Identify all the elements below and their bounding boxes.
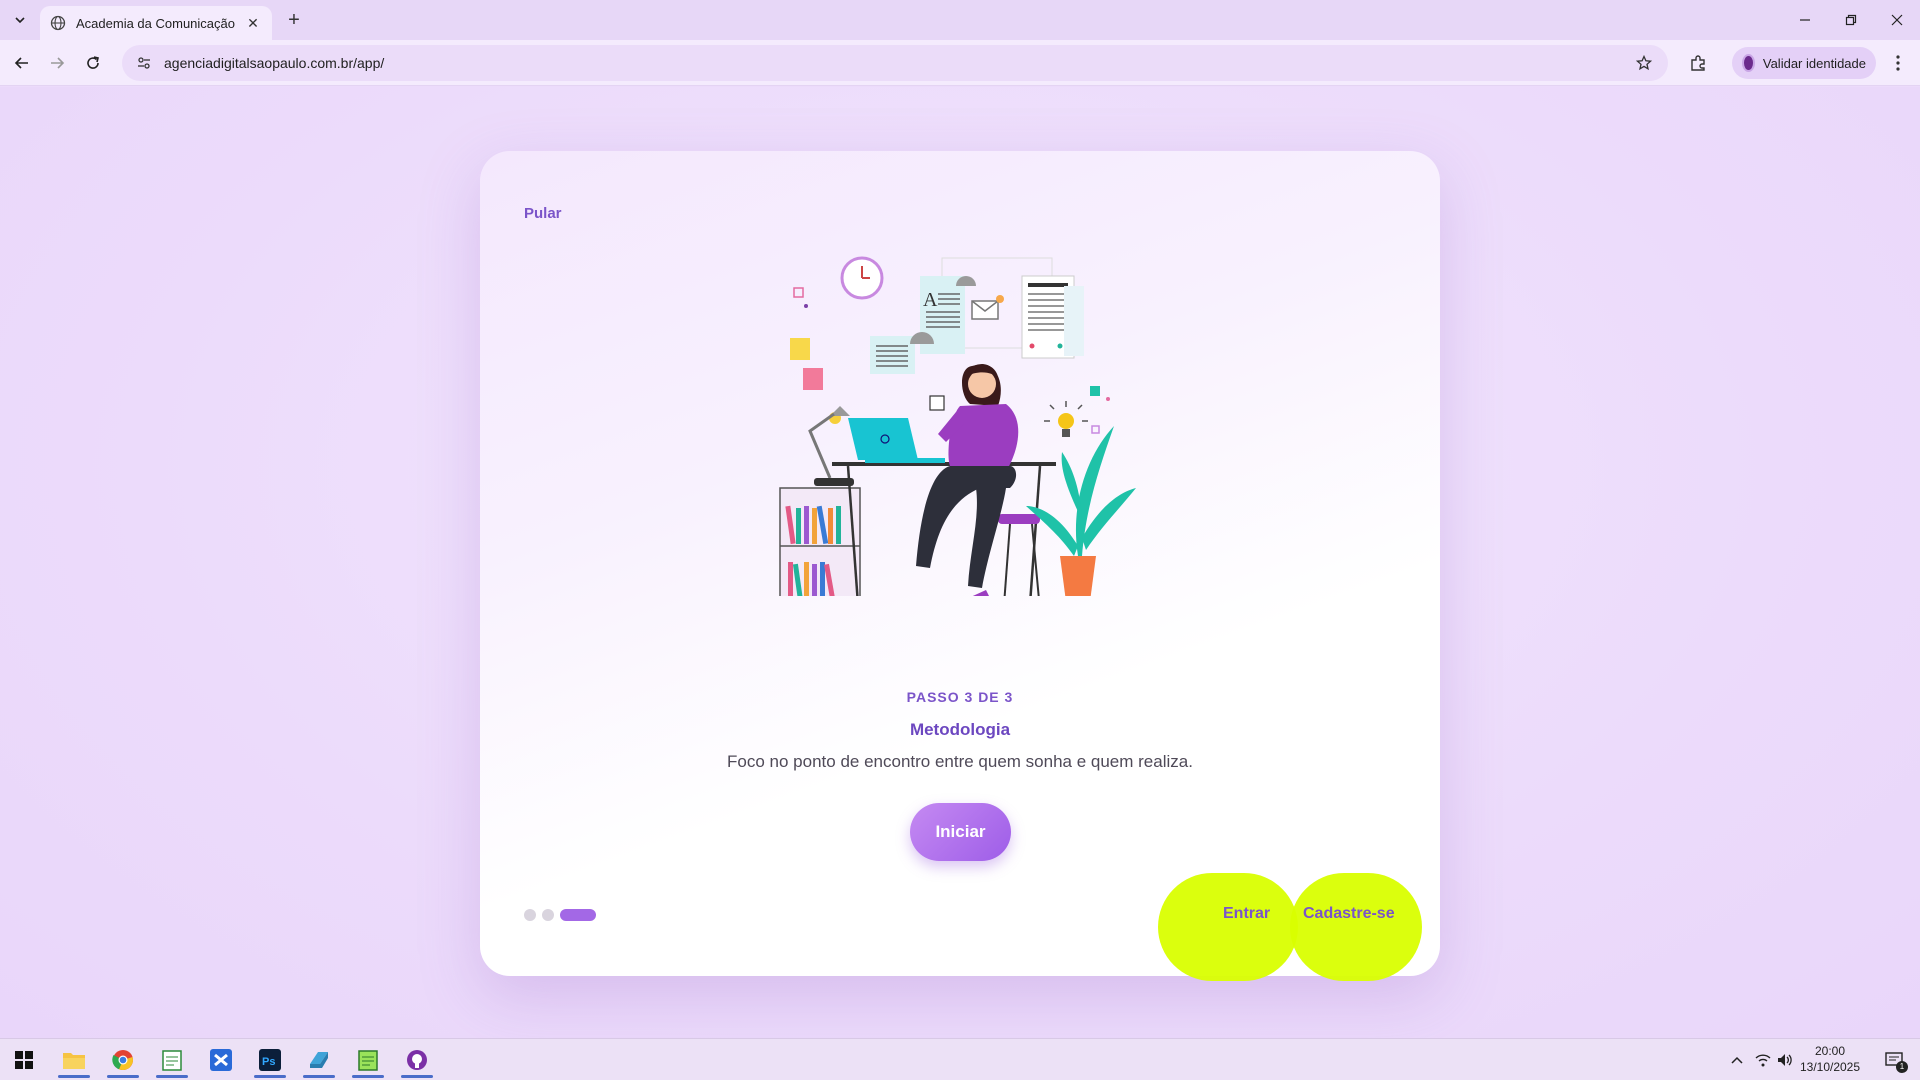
- tab-search-button[interactable]: [8, 8, 32, 32]
- taskbar-active-indicator: [156, 1075, 188, 1078]
- pagination-dot-2[interactable]: [542, 909, 554, 921]
- close-tab-icon[interactable]: ✕: [244, 14, 262, 32]
- taskbar-editor[interactable]: [346, 1042, 390, 1078]
- taskbar-notepad[interactable]: [150, 1042, 194, 1078]
- address-bar[interactable]: agenciadigitalsaopaulo.com.br/app/: [122, 45, 1668, 81]
- taskbar: Ps 20:00 13/10/2025 1: [0, 1038, 1920, 1080]
- taskbar-active-indicator: [303, 1075, 335, 1078]
- bookmark-star-icon[interactable]: [1634, 53, 1654, 73]
- taskbar-visual-studio[interactable]: [199, 1042, 243, 1078]
- site-info-icon[interactable]: [134, 53, 154, 73]
- browser-tab-strip: Academia da Comunicação ✕ +: [0, 0, 1920, 40]
- arrow-left-icon: [14, 57, 28, 69]
- url-text: agenciadigitalsaopaulo.com.br/app/: [164, 55, 385, 71]
- marker-highlight-signup: [1290, 873, 1422, 981]
- arrow-right-icon: [51, 57, 65, 69]
- taskbar-active-indicator: [254, 1075, 286, 1078]
- avatar: [1742, 54, 1755, 72]
- clock-date: 13/10/2025: [1799, 1060, 1861, 1074]
- restore-icon: [1845, 14, 1857, 26]
- svg-text:A: A: [923, 289, 938, 311]
- start-button[interactable]: [2, 1042, 46, 1078]
- chevron-down-icon: [15, 17, 25, 24]
- woman-at-desk-illustration: A: [779, 256, 1136, 596]
- windows-start-icon: [15, 1051, 33, 1069]
- new-tab-button[interactable]: +: [282, 8, 306, 32]
- notification-center-button[interactable]: 1: [1880, 1049, 1908, 1073]
- minimize-window-button[interactable]: [1782, 0, 1828, 40]
- puzzle-icon: [1691, 55, 1705, 71]
- close-icon: [1891, 14, 1903, 26]
- close-window-button[interactable]: [1874, 0, 1920, 40]
- pagination-dot-3-active[interactable]: [560, 909, 596, 921]
- browser-tab-active[interactable]: Academia da Comunicação ✕: [40, 6, 272, 40]
- svg-text:Ps: Ps: [262, 1056, 275, 1068]
- step-description: Foco no ponto de encontro entre quem son…: [727, 752, 1193, 771]
- network-icon: [1755, 1054, 1771, 1067]
- taskbar-chrome[interactable]: [101, 1042, 145, 1078]
- chrome-icon: [112, 1050, 133, 1071]
- tab-title: Academia da Comunicação: [76, 15, 235, 31]
- taskbar-active-indicator: [107, 1075, 139, 1078]
- taskbar-active-indicator: [58, 1075, 90, 1078]
- pagination-dot-1[interactable]: [524, 909, 536, 921]
- chevron-up-icon: [1731, 1056, 1743, 1064]
- taskbar-github[interactable]: [395, 1042, 439, 1078]
- show-hidden-icons-button[interactable]: [1726, 1049, 1748, 1071]
- signup-link[interactable]: Cadastre-se: [1303, 905, 1395, 923]
- start-button[interactable]: Iniciar: [910, 803, 1011, 861]
- profile-label: Validar identidade: [1762, 55, 1866, 71]
- editor-icon: [358, 1050, 378, 1071]
- pagination-dots: [524, 909, 596, 921]
- globe-icon: [50, 15, 66, 31]
- more-vertical-icon: [1896, 55, 1900, 71]
- taskbar-app[interactable]: [297, 1042, 341, 1078]
- forward-button[interactable]: [43, 49, 71, 77]
- visual-studio-icon: [210, 1049, 232, 1071]
- restore-window-button[interactable]: [1828, 0, 1874, 40]
- onboarding-card: Pular A PASSO 3 DE 3 Metodologia Foco no…: [480, 151, 1440, 981]
- network-button[interactable]: [1752, 1049, 1774, 1071]
- taskbar-active-indicator: [401, 1075, 433, 1078]
- back-button[interactable]: [8, 49, 36, 77]
- profile-button[interactable]: Validar identidade: [1732, 47, 1876, 79]
- taskbar-active-indicator: [352, 1075, 384, 1078]
- photoshop-icon: Ps: [259, 1049, 281, 1071]
- step-indicator-text: PASSO 3 DE 3: [906, 689, 1014, 705]
- browser-toolbar: agenciadigitalsaopaulo.com.br/app/ Valid…: [0, 40, 1920, 86]
- skip-link[interactable]: Pular: [524, 205, 562, 222]
- notepad-icon: [162, 1050, 182, 1071]
- folder-icon: [63, 1053, 85, 1069]
- system-clock[interactable]: 20:00 13/10/2025: [1790, 1043, 1870, 1075]
- step-heading: Metodologia: [909, 720, 1011, 739]
- reload-icon: [87, 56, 99, 69]
- page-viewport: Pular A PASSO 3 DE 3 Metodologia Foco no…: [0, 87, 1920, 1038]
- marker-highlight-login: [1158, 873, 1298, 981]
- github-icon: [407, 1050, 427, 1070]
- login-link[interactable]: Entrar: [1223, 905, 1270, 923]
- browser-menu-button[interactable]: [1884, 49, 1912, 77]
- clock-time: 20:00: [1814, 1044, 1846, 1058]
- notification-count-badge: 1: [1896, 1061, 1908, 1073]
- minimize-icon: [1800, 19, 1810, 21]
- extensions-button[interactable]: [1684, 49, 1712, 77]
- taskbar-file-explorer[interactable]: [52, 1042, 96, 1078]
- edge-icon: [310, 1052, 328, 1068]
- taskbar-photoshop[interactable]: Ps: [248, 1042, 292, 1078]
- reload-button[interactable]: [79, 49, 107, 77]
